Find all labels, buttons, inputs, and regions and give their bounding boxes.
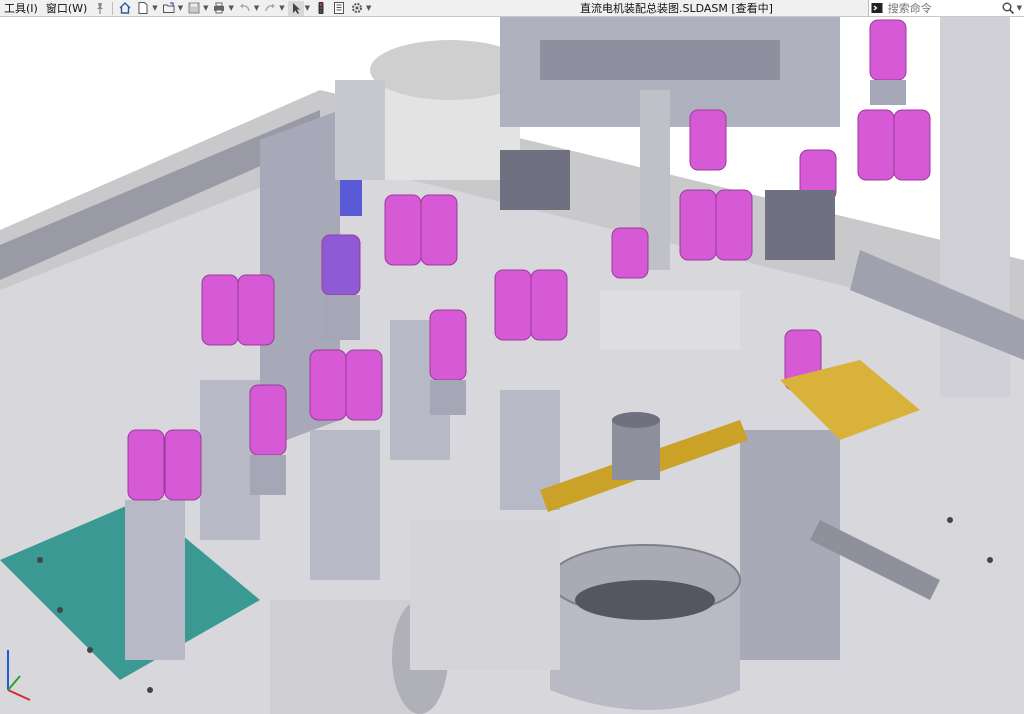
chevron-down-icon[interactable]: ▼ (305, 4, 310, 12)
menu-bar: 工具(I) 窗口(W) ▼ ▼ ▼ ▼ ▼ ▼ ▼ ▼ (0, 0, 373, 17)
new-document-icon[interactable] (135, 1, 151, 16)
home-icon[interactable] (117, 1, 133, 16)
print-icon[interactable] (211, 1, 227, 16)
select-arrow-icon[interactable] (287, 0, 304, 16)
chevron-down-icon[interactable]: ▼ (366, 4, 371, 12)
file-properties-icon[interactable] (331, 1, 347, 16)
assembly-render (0, 17, 1024, 714)
chevron-down-icon[interactable]: ▼ (1017, 4, 1022, 12)
gear-icon[interactable] (349, 1, 365, 16)
chevron-down-icon[interactable]: ▼ (152, 4, 157, 12)
pin-icon[interactable] (92, 1, 108, 16)
title-bar: 工具(I) 窗口(W) ▼ ▼ ▼ ▼ ▼ ▼ ▼ ▼ 直流电机装配总装图.SL… (0, 0, 1024, 17)
document-title: 直流电机装配总装图.SLDASM [查看中] (580, 2, 773, 15)
chevron-down-icon[interactable]: ▼ (228, 4, 233, 12)
base-block (410, 520, 560, 670)
open-folder-icon[interactable] (161, 1, 177, 16)
chevron-down-icon[interactable]: ▼ (279, 4, 284, 12)
chevron-down-icon[interactable]: ▼ (254, 4, 259, 12)
menu-window[interactable]: 窗口(W) (42, 0, 91, 17)
redo-icon[interactable] (262, 1, 278, 16)
help-icon[interactable] (870, 1, 885, 16)
traffic-light-icon[interactable] (313, 1, 329, 16)
menu-tools[interactable]: 工具(I) (0, 0, 42, 17)
search-box[interactable]: ▼ (868, 0, 1024, 16)
search-icon[interactable] (1001, 1, 1016, 16)
search-input[interactable] (885, 1, 1000, 15)
graphics-viewport[interactable] (0, 17, 1024, 714)
toolbar-separator (112, 1, 114, 15)
cylinder-block (612, 420, 660, 480)
undo-icon[interactable] (237, 1, 253, 16)
chevron-down-icon[interactable]: ▼ (178, 4, 183, 12)
gantry-rail (540, 40, 780, 80)
chevron-down-icon[interactable]: ▼ (203, 4, 208, 12)
save-icon[interactable] (186, 1, 202, 16)
